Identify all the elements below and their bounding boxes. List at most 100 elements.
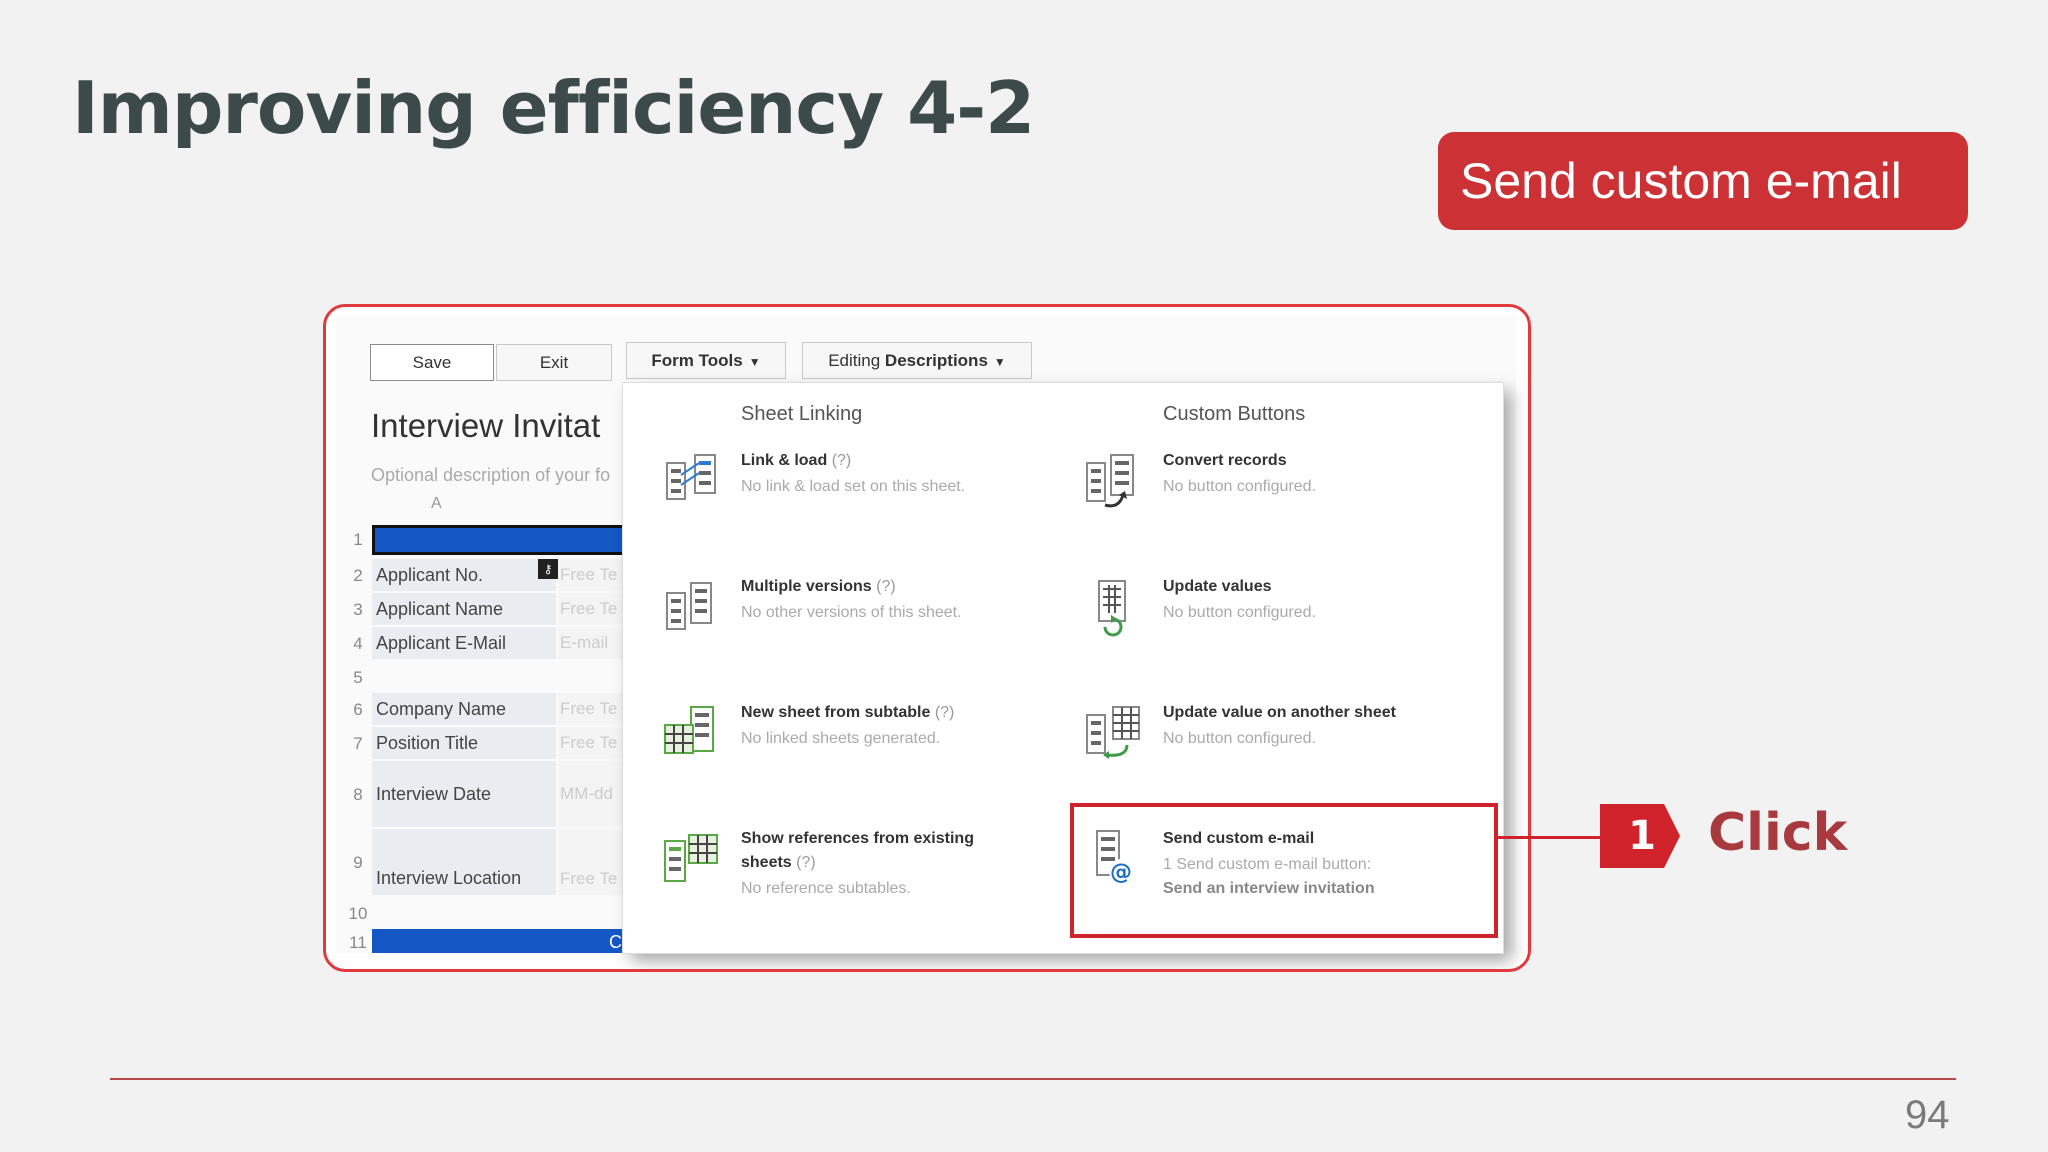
row-number: 3: [353, 600, 363, 619]
help-link[interactable]: (?): [832, 452, 852, 469]
menu-item-title: Update value on another sheet: [1163, 704, 1396, 721]
menu-item-status: No button configured.: [1163, 730, 1316, 747]
field-type[interactable]: Free Te: [558, 559, 626, 591]
menu-item-title: New sheet from subtable (?): [741, 701, 1061, 725]
column-header-a: A: [431, 495, 442, 512]
menu-item-link-load[interactable]: Link & load (?) No link & load set on th…: [661, 449, 1061, 559]
caret-down-icon: ▼: [748, 355, 761, 369]
item-name: New sheet from subtable: [741, 704, 931, 721]
convert-records-icon: [1086, 454, 1134, 508]
row-number: 10: [348, 904, 368, 923]
sheet-linking-heading: Sheet Linking: [741, 403, 863, 425]
help-link[interactable]: (?): [796, 854, 816, 871]
row-number: 8: [353, 785, 363, 804]
slide-title: Improving efficiency 4-2: [72, 66, 1035, 150]
title-row-bar[interactable]: [372, 525, 626, 555]
field-type[interactable]: Free Te: [558, 829, 626, 895]
table-row[interactable]: 4 Applicant E-Mail E-mail: [346, 627, 626, 659]
table-row[interactable]: 8 Interview Date MM-dd: [346, 761, 626, 827]
custom-buttons-heading: Custom Buttons: [1163, 403, 1306, 425]
item-name: Multiple versions: [741, 578, 872, 595]
row-number: 2: [353, 566, 363, 585]
update-another-sheet-icon: [1086, 706, 1140, 759]
menu-item-status: No link & load set on this sheet.: [741, 478, 966, 495]
table-row[interactable]: 3 Applicant Name Free Te: [346, 593, 626, 625]
footer-row-bar[interactable]: C: [372, 929, 626, 953]
editing-prefix: Editing: [828, 351, 881, 370]
multiple-versions-icon: [666, 582, 712, 630]
step-marker: 1: [1600, 804, 1680, 868]
editing-mode: Descriptions: [884, 351, 988, 370]
row-number: 9: [353, 853, 363, 872]
topic-badge: Send custom e-mail: [1438, 132, 1968, 230]
menu-item-convert-records[interactable]: Convert records No button configured.: [1083, 449, 1483, 559]
menu-item-status: No reference subtables.: [741, 880, 911, 897]
update-values-icon: [1098, 580, 1126, 637]
caret-down-icon: ▼: [993, 355, 1006, 369]
item-name-cont: sheets: [741, 854, 792, 871]
table-row[interactable]: 7 Position Title Free Te: [346, 727, 626, 759]
exit-button[interactable]: Exit: [496, 344, 612, 381]
sheet-grid: A 1 2 Applicant No. Free Te ⚷ 3 Applican…: [346, 493, 626, 953]
row-number: 11: [349, 933, 367, 952]
save-button[interactable]: Save: [370, 344, 494, 381]
field-label[interactable]: Position Title: [372, 727, 556, 759]
item-name: Show references from existing: [741, 830, 974, 847]
subtable-icon: [664, 706, 714, 754]
row-number: 5: [353, 668, 363, 687]
field-label[interactable]: Interview Location: [372, 829, 556, 895]
callout-connector: [1498, 836, 1602, 839]
menu-item-title: Update values: [1163, 578, 1272, 595]
menu-item-title: Convert records: [1163, 452, 1287, 469]
field-label[interactable]: Applicant Name: [372, 593, 556, 625]
table-row[interactable]: 6 Company Name Free Te: [346, 693, 626, 725]
form-tools-label: Form Tools: [651, 351, 743, 370]
page-number: 94: [1905, 1093, 1950, 1137]
form-title[interactable]: Interview Invitat: [371, 407, 621, 445]
help-link[interactable]: (?): [935, 704, 955, 721]
field-label[interactable]: Interview Date: [372, 761, 556, 827]
link-load-icon: [666, 454, 716, 500]
field-type[interactable]: E-mail: [558, 627, 626, 659]
menu-item-title: Link & load (?): [741, 449, 1061, 473]
menu-item-multiple-versions[interactable]: Multiple versions (?) No other versions …: [661, 575, 1061, 685]
row-number: 1: [353, 530, 363, 549]
table-row[interactable]: 2 Applicant No. Free Te ⚷: [346, 559, 626, 591]
field-label[interactable]: Company Name: [372, 693, 556, 725]
row-number: 7: [353, 734, 363, 753]
menu-item-title: Multiple versions (?): [741, 575, 1061, 599]
item-name: Link & load: [741, 452, 828, 469]
menu-item-update-another-sheet[interactable]: Update value on another sheet No button …: [1083, 701, 1483, 811]
form-tools-menu[interactable]: Form Tools ▼: [626, 342, 786, 379]
menu-item-status: No button configured.: [1163, 604, 1316, 621]
help-link[interactable]: (?): [876, 578, 896, 595]
form-description[interactable]: Optional description of your fo: [371, 465, 621, 486]
menu-item-new-sheet-subtable[interactable]: New sheet from subtable (?) No linked sh…: [661, 701, 1061, 811]
menu-item-status: No button configured.: [1163, 478, 1316, 495]
key-icon: ⚷: [538, 559, 558, 579]
step-number: 1: [1628, 813, 1656, 859]
field-type[interactable]: Free Te: [558, 693, 626, 725]
field-type[interactable]: Free Te: [558, 593, 626, 625]
click-label: Click: [1708, 803, 1848, 863]
table-row[interactable]: 10: [346, 897, 626, 929]
field-type[interactable]: Free Te: [558, 727, 626, 759]
menu-item-title: Show references from existing sheets (?): [741, 827, 1061, 875]
editing-descriptions-menu[interactable]: Editing Descriptions ▼: [802, 342, 1032, 379]
footer-divider: [110, 1078, 1956, 1080]
row-number: 6: [353, 700, 363, 719]
menu-item-status: No other versions of this sheet.: [741, 604, 962, 621]
row-number: 4: [353, 634, 363, 653]
table-row[interactable]: 1: [346, 523, 626, 557]
highlight-box: [1070, 803, 1498, 938]
references-icon: [664, 834, 718, 882]
table-row[interactable]: 11 C: [346, 929, 626, 953]
field-type[interactable]: MM-dd: [558, 761, 626, 827]
field-label[interactable]: Applicant No.: [372, 559, 556, 591]
table-row[interactable]: 5: [346, 661, 626, 693]
field-label[interactable]: Applicant E-Mail: [372, 627, 556, 659]
menu-item-status: No linked sheets generated.: [741, 730, 941, 747]
menu-item-update-values[interactable]: Update values No button configured.: [1083, 575, 1483, 685]
table-row[interactable]: 9 Interview Location Free Te: [346, 829, 626, 895]
menu-item-show-references[interactable]: Show references from existing sheets (?) …: [661, 827, 1061, 937]
